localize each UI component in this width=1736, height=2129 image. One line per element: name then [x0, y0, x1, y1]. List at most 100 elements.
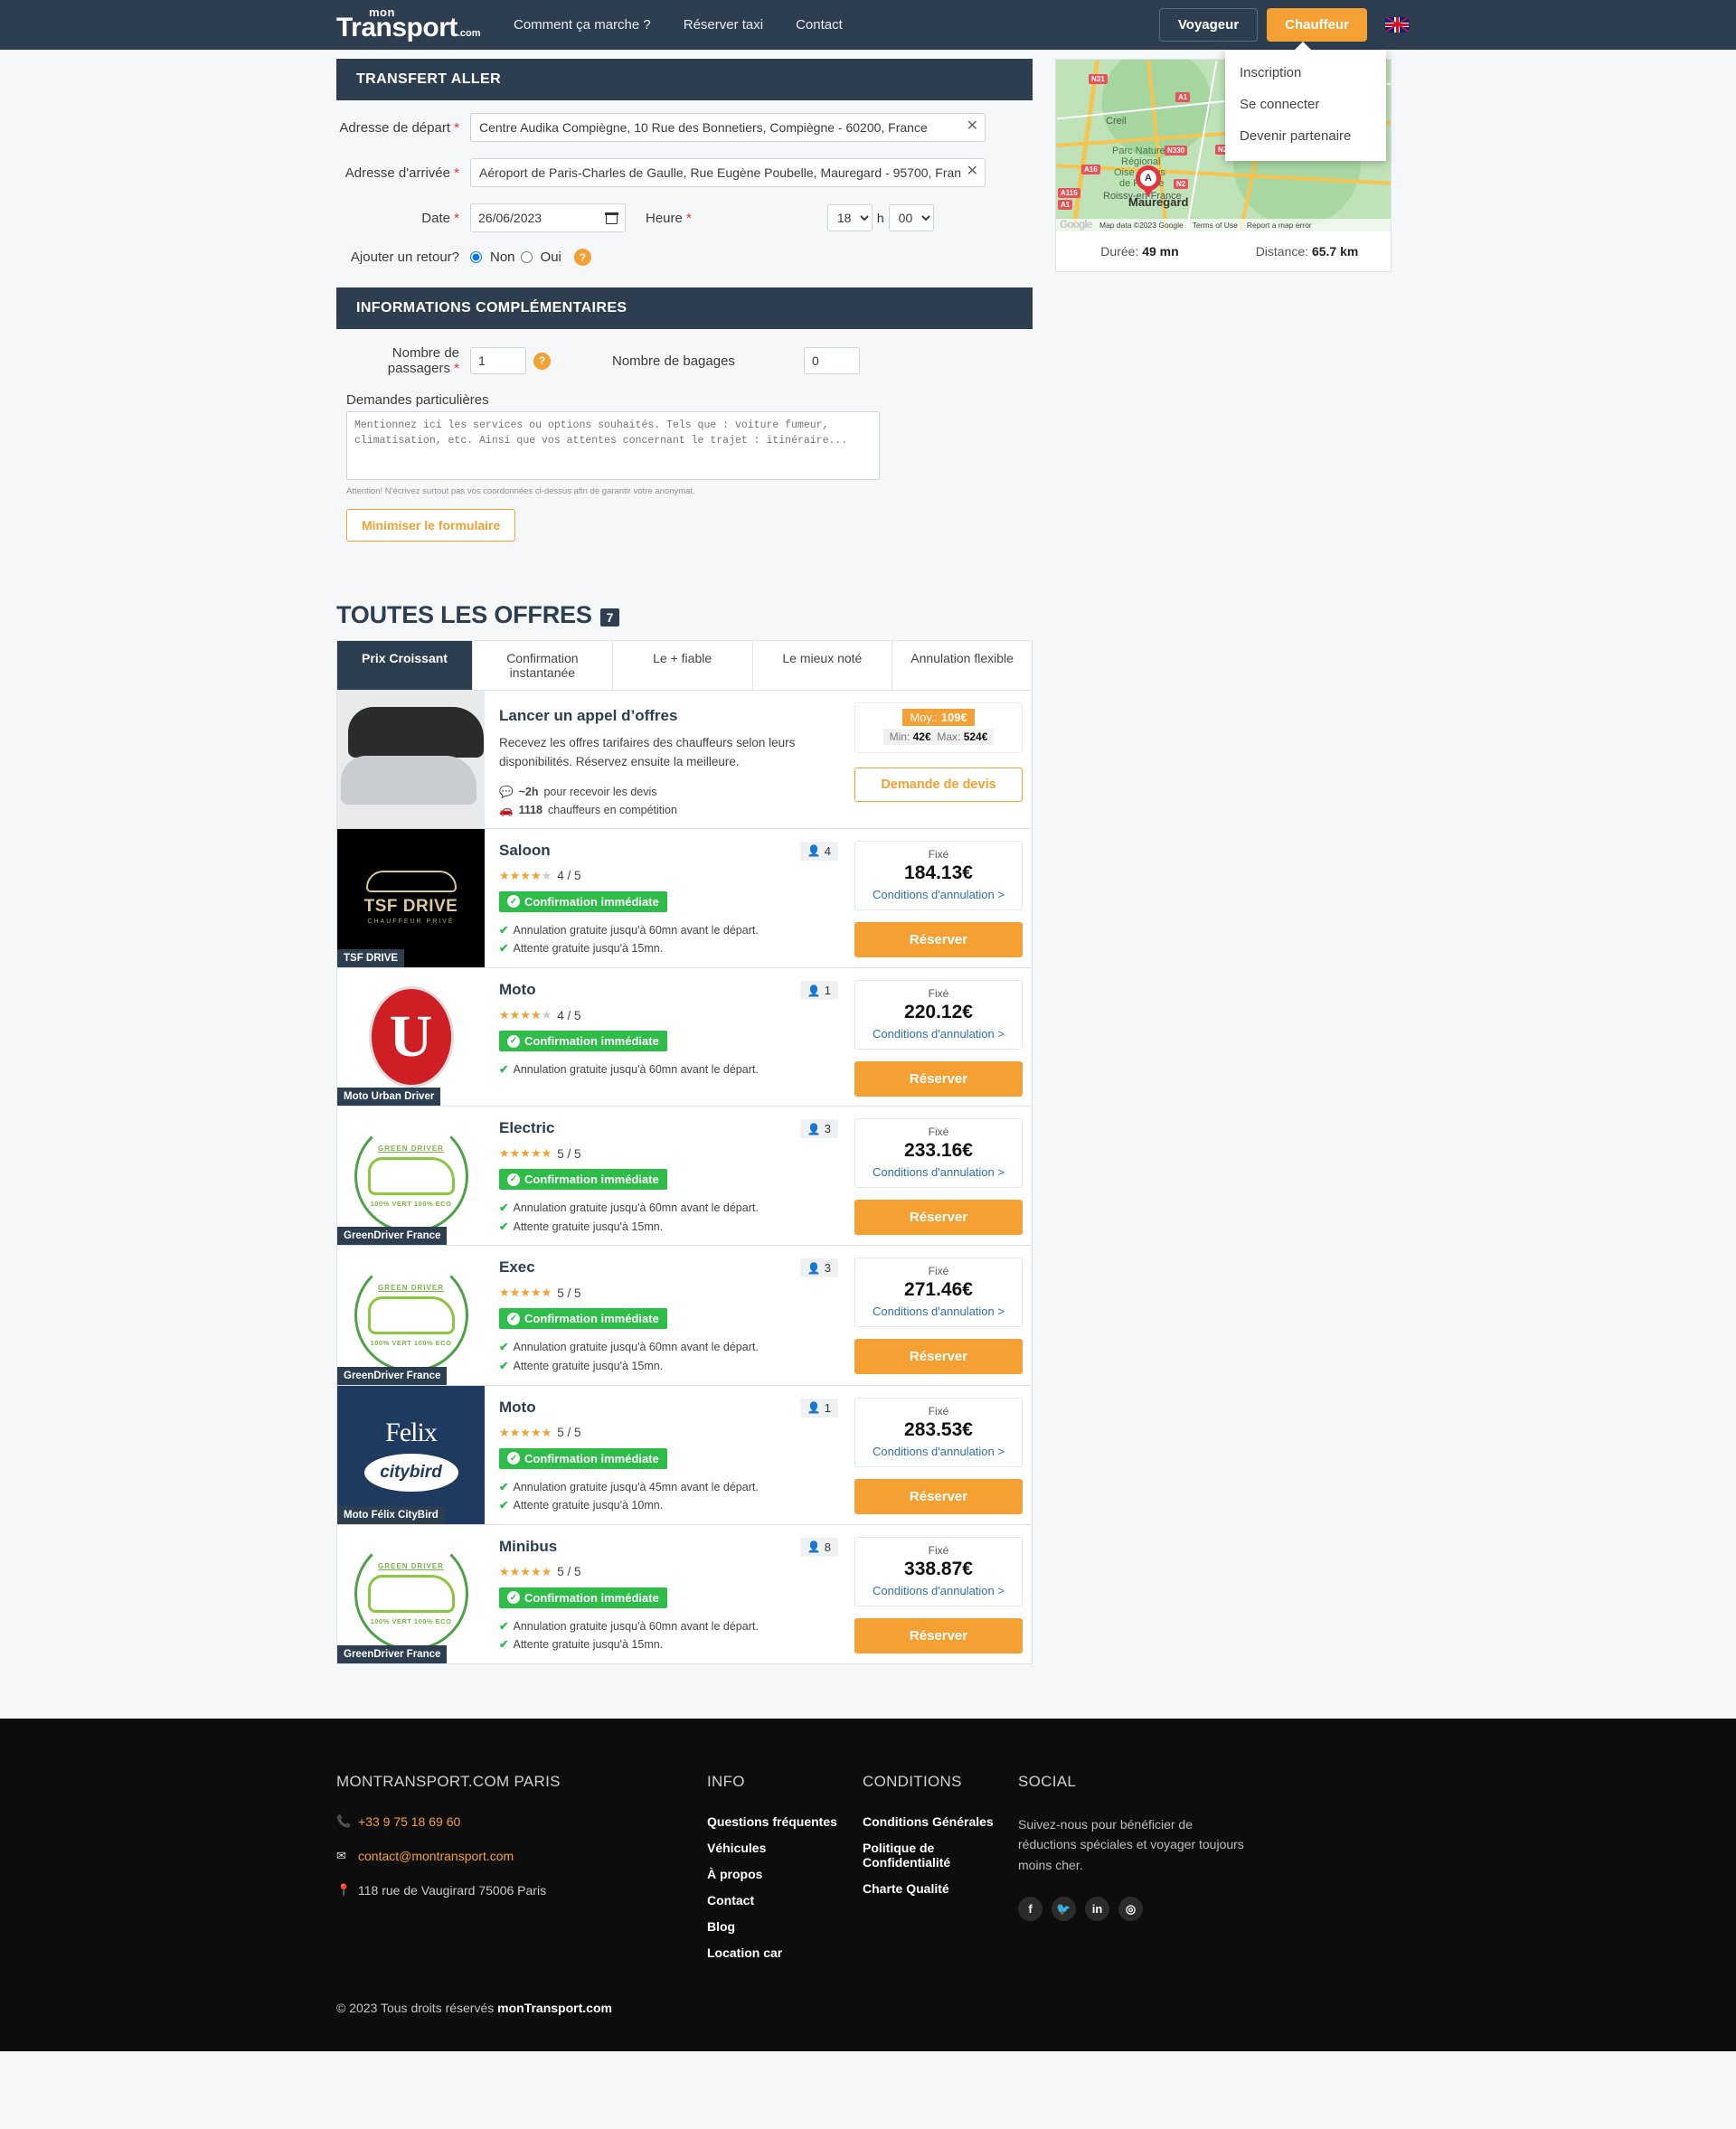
- arrival-input[interactable]: [470, 158, 986, 187]
- tab-instant-confirmation[interactable]: Confirmation instantanée: [473, 641, 613, 690]
- tab-most-reliable[interactable]: Le + fiable: [613, 641, 753, 690]
- clear-departure-icon[interactable]: ✕: [967, 119, 978, 134]
- offer-card: GREEN DRIVER 100% VERT 100% ECO GreenDriv…: [336, 1524, 1033, 1665]
- tender-card: Lancer un appel d’offres Recevez les off…: [336, 691, 1033, 829]
- cancellation-conditions-link[interactable]: Conditions d'annulation >: [873, 1165, 1005, 1179]
- nav-item-book-taxi[interactable]: Réserver taxi: [684, 17, 763, 33]
- price-type: Fixé: [928, 1265, 949, 1278]
- check-icon: ✔: [499, 923, 509, 937]
- passengers-label: Nombre de passagers *: [387, 345, 459, 376]
- map-marker-letter: A: [1140, 170, 1156, 186]
- footer-link-about[interactable]: À propos: [707, 1867, 863, 1881]
- special-requests-textarea[interactable]: [346, 411, 880, 480]
- departure-input[interactable]: [470, 113, 986, 142]
- check-icon: ✔: [499, 1201, 509, 1215]
- price-box: Fixé 338.87€ Conditions d'annulation >: [854, 1536, 1023, 1606]
- cancellation-conditions-link[interactable]: Conditions d'annulation >: [873, 1584, 1005, 1597]
- twitter-icon[interactable]: 🐦: [1052, 1897, 1076, 1922]
- passengers-input[interactable]: [470, 347, 526, 374]
- cancellation-conditions-link[interactable]: Conditions d'annulation >: [873, 1027, 1005, 1041]
- check-circle-icon: ✓: [507, 1452, 520, 1465]
- person-icon: 👤: [807, 1122, 821, 1135]
- instagram-icon[interactable]: ◎: [1118, 1897, 1143, 1922]
- reserve-button[interactable]: Réserver: [854, 1061, 1023, 1097]
- offer-price-cell: Fixé 184.13€ Conditions d'annulation > R…: [854, 829, 1032, 967]
- price-type: Fixé: [928, 987, 949, 1001]
- date-input[interactable]: 26/06/2023: [470, 203, 626, 232]
- map-terms-link[interactable]: Terms of Use: [1193, 221, 1238, 230]
- clear-arrival-icon[interactable]: ✕: [967, 165, 978, 179]
- instant-confirmation-badge: ✓ Confirmation immédiate: [499, 890, 667, 912]
- hour-select[interactable]: 18: [826, 204, 873, 231]
- offer-perk: ✔ Annulation gratuite jusqu'à 45mn avant …: [499, 1478, 854, 1497]
- reserve-button[interactable]: Réserver: [854, 1200, 1023, 1236]
- return-no-label: Non: [490, 250, 515, 265]
- map-report-link[interactable]: Report a map error: [1247, 221, 1312, 230]
- check-circle-icon: ✓: [507, 1034, 520, 1048]
- footer-link-privacy[interactable]: Politique de Confidentialité: [863, 1841, 1018, 1870]
- footer-link-terms[interactable]: Conditions Générales: [863, 1814, 1018, 1829]
- footer-email-link[interactable]: contact@montransport.com: [358, 1849, 514, 1863]
- request-quote-button[interactable]: Demande de devis: [854, 768, 1023, 802]
- footer-link-car-rental[interactable]: Location car: [707, 1945, 863, 1960]
- price-value: 220.12€: [904, 1002, 973, 1023]
- calendar-icon[interactable]: [605, 212, 618, 224]
- envelope-icon: ✉: [336, 1849, 346, 1863]
- menu-item-login[interactable]: Se connecter: [1225, 89, 1386, 120]
- uk-flag-icon[interactable]: [1385, 17, 1409, 33]
- minute-select[interactable]: 00: [888, 204, 934, 231]
- nav-item-contact[interactable]: Contact: [796, 17, 843, 33]
- footer-link-contact[interactable]: Contact: [707, 1893, 863, 1908]
- extra-info-section-title: INFORMATIONS COMPLÉMENTAIRES: [336, 287, 1033, 329]
- price-box: Fixé 220.12€ Conditions d'annulation >: [854, 980, 1023, 1050]
- extra-info-body: Nombre de passagers * ? Nombre de bagage…: [336, 329, 1033, 547]
- facebook-icon[interactable]: f: [1018, 1897, 1043, 1922]
- footer-social-heading: SOCIAL: [1018, 1773, 1077, 1791]
- offer-rating: ★★★★★ 5 / 5: [499, 1565, 854, 1579]
- driver-dropdown-menu: Inscription Se connecter Devenir partena…: [1225, 42, 1386, 161]
- offer-card: Felix citybird Moto Félix CityBird Moto ★…: [336, 1385, 1033, 1525]
- tender-main: Lancer un appel d’offres Recevez les off…: [485, 691, 854, 828]
- traveler-button[interactable]: Voyageur: [1158, 8, 1259, 42]
- price-box: Fixé 271.46€ Conditions d'annulation >: [854, 1258, 1023, 1328]
- return-no-radio[interactable]: [470, 251, 482, 263]
- check-circle-icon: ✓: [507, 1312, 520, 1325]
- tab-best-rated[interactable]: Le mieux noté: [753, 641, 893, 690]
- nav-item-how-it-works[interactable]: Comment ça marche ?: [514, 17, 651, 33]
- cancellation-conditions-link[interactable]: Conditions d'annulation >: [873, 1445, 1005, 1458]
- driver-button[interactable]: Chauffeur: [1267, 8, 1367, 42]
- menu-item-become-partner[interactable]: Devenir partenaire: [1225, 120, 1386, 152]
- arrival-row: Adresse d'arrivée * ✕: [336, 158, 1033, 187]
- footer-phone-link[interactable]: +33 9 75 18 69 60: [358, 1814, 460, 1829]
- menu-item-inscription[interactable]: Inscription: [1225, 57, 1386, 89]
- distance-value: 65.7 km: [1311, 244, 1359, 259]
- tender-average-price: Moy.: 109€: [902, 709, 975, 726]
- offer-details: Minibus ★★★★★ 5 / 5 ✓ Confirmation immédi…: [485, 1525, 854, 1663]
- offer-perk: ✔ Annulation gratuite jusqu'à 60mn avant …: [499, 921, 854, 940]
- return-help-icon[interactable]: ?: [573, 249, 591, 266]
- cancellation-conditions-link[interactable]: Conditions d'annulation >: [873, 1305, 1005, 1318]
- tab-price-ascending[interactable]: Prix Croissant: [337, 641, 473, 690]
- passengers-help-icon[interactable]: ?: [533, 352, 551, 370]
- offer-price-cell: Fixé 338.87€ Conditions d'annulation > R…: [854, 1525, 1032, 1663]
- return-yes-radio[interactable]: [520, 251, 533, 263]
- footer-link-quality-charter[interactable]: Charte Qualité: [863, 1881, 1018, 1896]
- star-rating-icon: ★★★★★: [499, 1564, 552, 1578]
- luggage-input[interactable]: [803, 347, 860, 374]
- footer-link-blog[interactable]: Blog: [707, 1919, 863, 1934]
- reserve-button[interactable]: Réserver: [854, 1617, 1023, 1653]
- cancellation-conditions-link[interactable]: Conditions d'annulation >: [873, 888, 1005, 901]
- footer-link-vehicles[interactable]: Véhicules: [707, 1841, 863, 1855]
- person-icon: 👤: [807, 1261, 821, 1275]
- offer-perk: ✔ Annulation gratuite jusqu'à 60mn avant …: [499, 1617, 854, 1636]
- site-logo[interactable]: mon Transport.com: [336, 6, 490, 42]
- reserve-button[interactable]: Réserver: [854, 1339, 1023, 1375]
- minimize-form-button[interactable]: Minimiser le formulaire: [346, 509, 516, 542]
- tender-image: [337, 691, 485, 828]
- offer-perk: ✔ Annulation gratuite jusqu'à 60mn avant …: [499, 1199, 854, 1218]
- reserve-button[interactable]: Réserver: [854, 921, 1023, 957]
- linkedin-icon[interactable]: in: [1085, 1897, 1109, 1922]
- tab-flexible-cancellation[interactable]: Annulation flexible: [892, 641, 1032, 690]
- footer-link-faq[interactable]: Questions fréquentes: [707, 1814, 863, 1829]
- reserve-button[interactable]: Réserver: [854, 1478, 1023, 1514]
